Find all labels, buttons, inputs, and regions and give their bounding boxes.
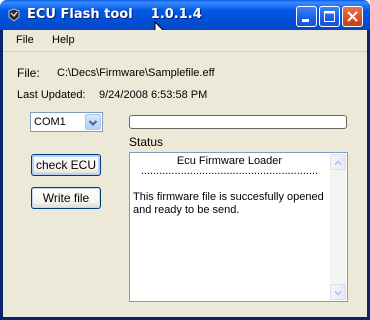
close-icon [347, 11, 358, 22]
file-path: C:\Decs\Firmware\Samplefile.eff [57, 67, 215, 79]
status-log[interactable]: Ecu Firmware Loader ....................… [129, 152, 348, 302]
scroll-down-icon [334, 290, 342, 296]
maximize-icon [324, 11, 335, 22]
scroll-down-button[interactable] [330, 284, 346, 300]
menu-bar: File Help [3, 30, 367, 52]
app-window: ECU Flash tool 1.0.1.4 File Help File: C… [0, 0, 370, 320]
maximize-button[interactable] [319, 6, 340, 27]
file-label: File: [17, 66, 40, 80]
window-title-name: ECU Flash tool [27, 7, 133, 22]
minimize-icon [302, 19, 309, 22]
flash-tool-icon [8, 8, 20, 22]
last-updated-label: Last Updated: [17, 89, 86, 101]
status-content: Ecu Firmware Loader ....................… [133, 155, 326, 217]
close-button[interactable] [342, 6, 363, 27]
status-scrollbar[interactable] [330, 154, 346, 300]
window-title: ECU Flash tool 1.0.1.4 [27, 7, 202, 22]
status-separator: ........................................… [140, 167, 319, 177]
menu-file[interactable]: File [16, 34, 34, 46]
window-title-version: 1.0.1.4 [150, 7, 202, 22]
status-header: Ecu Firmware Loader [176, 155, 283, 167]
chevron-down-icon [88, 120, 98, 126]
minimize-button[interactable] [296, 6, 317, 27]
port-select-value: COM1 [34, 116, 66, 128]
menu-help[interactable]: Help [52, 34, 75, 46]
window-client-area: File Help File: C:\Decs\Firmware\Samplef… [3, 30, 367, 317]
status-label: Status [129, 135, 164, 149]
scroll-up-button[interactable] [330, 154, 346, 170]
progress-bar [129, 115, 347, 129]
check-ecu-button[interactable]: check ECU [31, 154, 101, 176]
write-file-button[interactable]: Write file [31, 187, 101, 209]
title-bar[interactable]: ECU Flash tool 1.0.1.4 [0, 0, 370, 30]
port-select[interactable]: COM1 [30, 112, 103, 132]
status-message: This firmware file is succesfully opened… [133, 191, 324, 216]
last-updated-value: 9/24/2008 6:53:58 PM [99, 89, 208, 101]
scroll-up-icon [334, 160, 342, 166]
port-select-dropdown-button[interactable] [85, 114, 101, 130]
